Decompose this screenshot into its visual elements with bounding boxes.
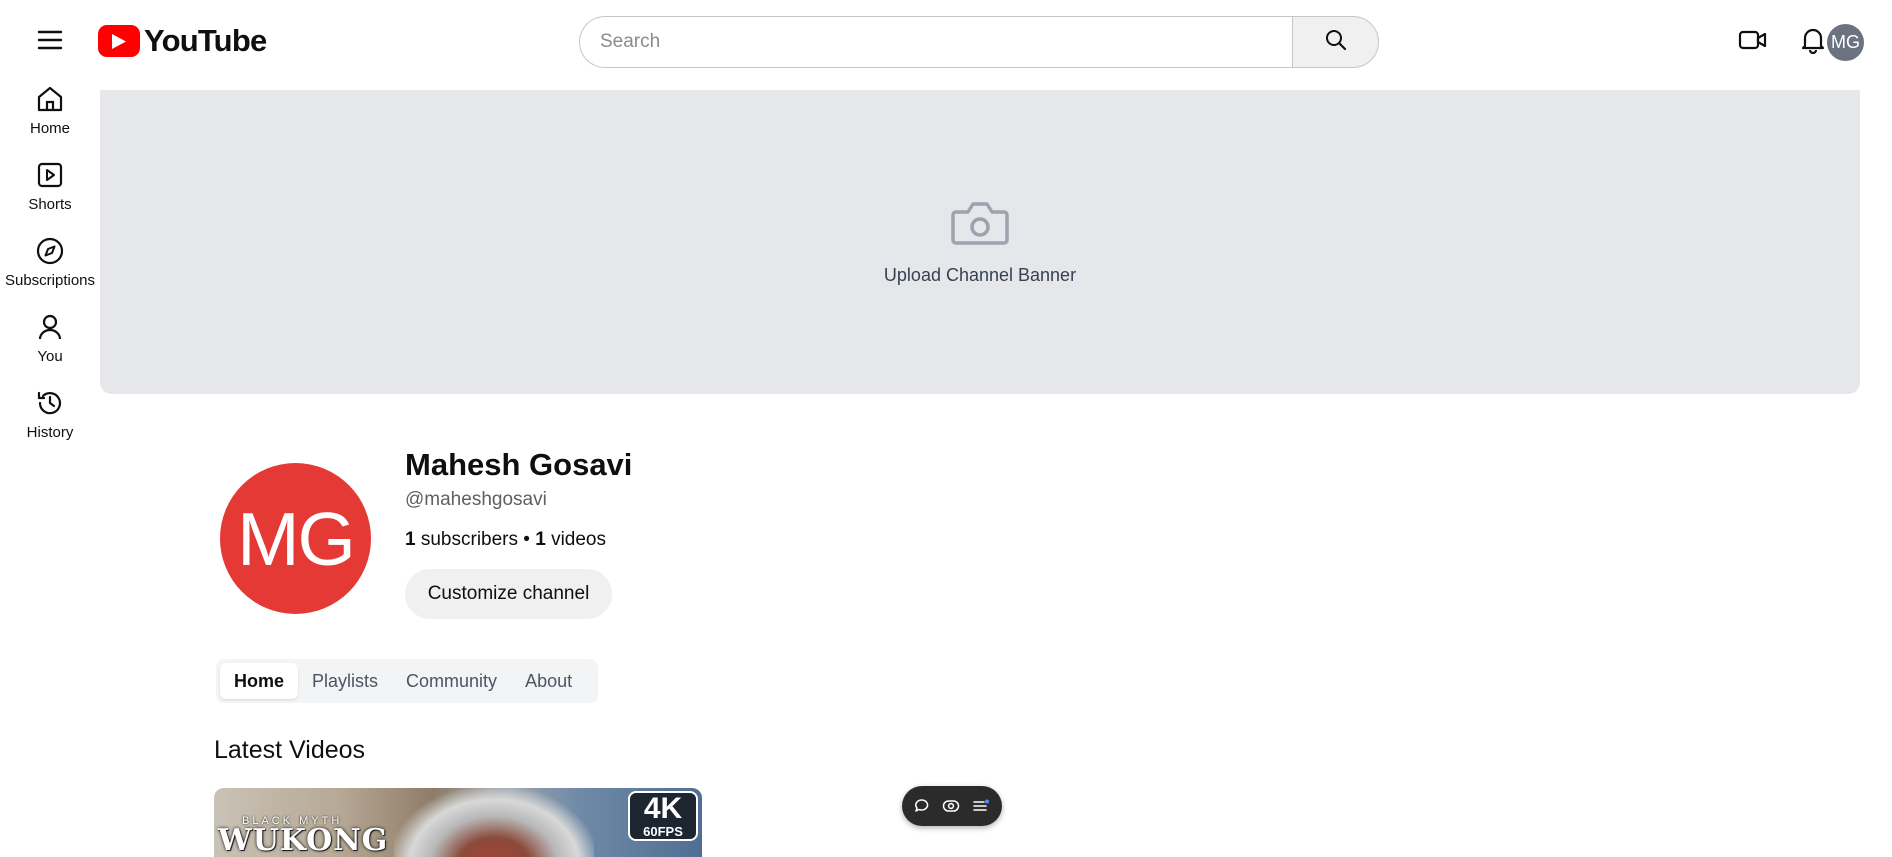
channel-tabs: Home Playlists Community About (216, 659, 598, 703)
sidebar-item-shorts[interactable]: Shorts (0, 160, 100, 230)
create-video-button[interactable] (1731, 20, 1775, 64)
search-button[interactable] (1292, 16, 1379, 68)
badge-4k-text: 4K (643, 792, 683, 825)
home-icon (35, 84, 65, 114)
menu-button[interactable] (26, 21, 74, 63)
search-input[interactable] (579, 16, 1292, 68)
youtube-logo[interactable]: YouTube (98, 23, 267, 58)
video-count: 1 (535, 529, 546, 550)
thumbnail-character-art (394, 788, 594, 857)
sidebar-item-subscriptions[interactable]: Subscriptions (0, 236, 100, 306)
subscriber-count: 1 (405, 529, 416, 550)
tab-community[interactable]: Community (392, 663, 511, 699)
subscriber-label: subscribers • (415, 529, 536, 550)
4k-60fps-badge: 4K 60FPS (628, 791, 698, 841)
channel-banner-upload[interactable]: Upload Channel Banner (100, 90, 1860, 394)
sidebar-item-you[interactable]: You (0, 312, 100, 382)
video-camera-icon (1738, 29, 1768, 56)
sidebar-item-label: You (37, 348, 63, 365)
list-icon[interactable] (972, 799, 990, 813)
compass-icon (35, 236, 65, 266)
sidebar-item-home[interactable]: Home (0, 84, 100, 154)
tab-home[interactable]: Home (220, 663, 299, 699)
bell-icon (1800, 26, 1826, 59)
customize-channel-button[interactable]: Customize channel (405, 569, 612, 619)
sidebar-item-history[interactable]: History (0, 388, 100, 458)
chat-bubble-icon[interactable] (914, 798, 930, 814)
banner-upload-label: Upload Channel Banner (883, 265, 1077, 285)
sidebar-item-label: History (26, 424, 74, 441)
person-icon (35, 312, 65, 342)
account-avatar[interactable]: MG (1827, 24, 1864, 61)
top-header: YouTube MG (0, 0, 1892, 84)
channel-name: Mahesh Gosavi (405, 447, 633, 482)
channel-avatar[interactable]: MG (220, 463, 371, 614)
search-icon (1324, 28, 1348, 57)
video-thumbnail[interactable]: BLACK MYTH WUKONG 4K 60FPS (214, 788, 702, 857)
video-label: videos (545, 529, 606, 550)
floating-toolbar (902, 786, 1002, 826)
logo-text: YouTube (144, 23, 267, 58)
youtube-play-icon (98, 25, 140, 57)
badge-fps-text: 60FPS (643, 824, 683, 839)
latest-videos-title: Latest Videos (214, 736, 366, 764)
camera-icon (950, 198, 1010, 253)
tab-about[interactable]: About (511, 663, 586, 699)
search-bar (579, 16, 1379, 68)
sidebar-item-label: Shorts (28, 196, 72, 213)
sidebar-item-label: Subscriptions (4, 272, 96, 289)
channel-stats: 1 subscribers • 1 videos (405, 529, 606, 551)
sidebar-item-label: Home (29, 120, 70, 137)
channel-handle: @maheshgosavi (405, 489, 547, 510)
thumbnail-game-title: WUKONG (218, 823, 389, 857)
history-icon (35, 388, 65, 418)
hamburger-icon (37, 30, 63, 55)
tab-playlists[interactable]: Playlists (298, 663, 392, 699)
shorts-icon (35, 160, 65, 190)
eye-icon[interactable] (942, 799, 960, 813)
